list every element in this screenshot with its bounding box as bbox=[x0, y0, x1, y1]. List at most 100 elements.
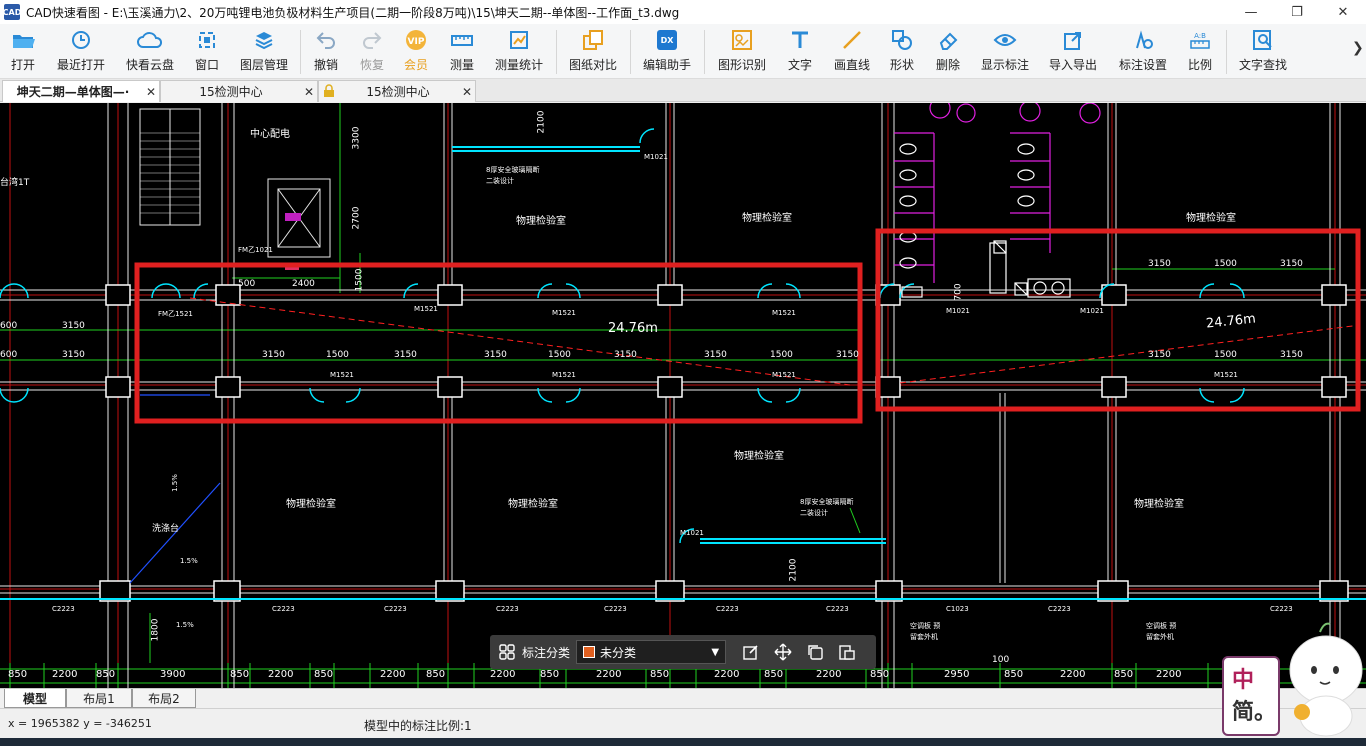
import-export-label: 导入导出 bbox=[1048, 58, 1097, 72]
line-button[interactable]: 画直线 bbox=[832, 28, 872, 76]
maximize-button[interactable]: ❐ bbox=[1274, 0, 1320, 24]
annotation-category-select[interactable]: 未分类 ▼ bbox=[576, 640, 727, 664]
tab-inspection-center-1[interactable]: 15检测中心 ✕ bbox=[160, 80, 318, 102]
folder-open-icon bbox=[10, 28, 36, 52]
dimension-text: 3150 bbox=[62, 350, 85, 360]
dimension-text: 850 bbox=[1114, 669, 1134, 680]
dimension-text: 850 bbox=[650, 669, 670, 680]
edit-annotation-icon[interactable] bbox=[738, 639, 764, 665]
vip-button[interactable]: VIP 会员 bbox=[402, 28, 430, 76]
room-label: 物理检验室 bbox=[1186, 213, 1236, 224]
toolbar-divider bbox=[1226, 30, 1227, 74]
chevron-down-icon: ▼ bbox=[711, 646, 720, 658]
close-tab-icon[interactable]: ✕ bbox=[143, 85, 159, 99]
svg-text:VIP: VIP bbox=[408, 37, 425, 47]
os-taskbar bbox=[0, 738, 1366, 746]
open-label: 打开 bbox=[10, 58, 35, 72]
door-tag: M1021 bbox=[644, 153, 668, 161]
redo-button[interactable]: 恢复 bbox=[358, 28, 386, 76]
dimension-text: 1500 bbox=[1214, 350, 1237, 360]
compare-icon bbox=[580, 28, 606, 52]
import-export-button[interactable]: 导入导出 bbox=[1048, 28, 1098, 76]
close-tab-icon[interactable]: ✕ bbox=[301, 85, 317, 99]
cloud-label: 快看云盘 bbox=[125, 58, 174, 72]
measure-stats-button[interactable]: 测量统计 bbox=[494, 28, 544, 76]
dimension-text: 3150 bbox=[62, 321, 85, 331]
shapes-button[interactable]: 形状 bbox=[888, 28, 916, 76]
layers-icon bbox=[251, 28, 277, 52]
main-toolbar: 打开 最近打开 快看云盘 窗口 图层管理 撤销 恢复 VIP 会员 测量 测量统… bbox=[0, 24, 1366, 79]
dimension-text: 2400 bbox=[292, 279, 315, 289]
window-button[interactable]: 窗口 bbox=[194, 28, 220, 76]
move-icon[interactable] bbox=[770, 639, 796, 665]
layers-button[interactable]: 图层管理 bbox=[238, 28, 290, 76]
recent-button[interactable]: 最近打开 bbox=[56, 28, 106, 76]
annotation-category-bar: 标注分类 未分类 ▼ bbox=[490, 635, 876, 669]
side-note: 台湾1T bbox=[0, 178, 30, 188]
cloud-button[interactable]: 快看云盘 bbox=[124, 28, 176, 76]
text-button[interactable]: 文字 bbox=[786, 28, 814, 76]
annotation-settings-button[interactable]: 标注设置 bbox=[1118, 28, 1168, 76]
tab-layout1[interactable]: 布局1 bbox=[66, 689, 132, 708]
eye-icon bbox=[992, 28, 1018, 52]
dimension-text: 3150 bbox=[484, 350, 507, 360]
copy-icon[interactable] bbox=[802, 639, 828, 665]
shape-recognize-button[interactable]: 图形识别 bbox=[716, 28, 768, 76]
drawing-canvas[interactable]: 中心配电 物理检验室 物理检验室 物理检验室 物理检验室 物理检验室 物理检验室… bbox=[0, 103, 1366, 688]
dimension-text: 700 bbox=[953, 283, 964, 301]
door-tag: M1521 bbox=[1214, 371, 1238, 379]
tab-layout2[interactable]: 布局2 bbox=[132, 689, 196, 708]
edit-assistant-label: 编辑助手 bbox=[642, 58, 691, 72]
delete-button[interactable]: 删除 bbox=[934, 28, 962, 76]
door-tag: FM乙1521 bbox=[158, 310, 193, 318]
tab-inspection-center-2[interactable]: 15检测中心 ✕ bbox=[318, 80, 476, 102]
annotation-scale-status: 模型中的标注比例:1 bbox=[364, 719, 472, 733]
measure-label: 测量 bbox=[449, 58, 474, 72]
dimension-text: 3150 bbox=[614, 350, 637, 360]
paste-icon[interactable] bbox=[834, 639, 860, 665]
scale-label: 比例 bbox=[1187, 58, 1212, 72]
scale-icon: A:B bbox=[1187, 28, 1213, 52]
close-tab-icon[interactable]: ✕ bbox=[459, 85, 475, 99]
toolbar-divider bbox=[704, 30, 705, 74]
slope-note: 1.5% bbox=[180, 557, 198, 565]
dimension-text: 2100 bbox=[788, 558, 799, 582]
annotation-settings-icon bbox=[1130, 28, 1156, 52]
minimize-button[interactable]: — bbox=[1228, 0, 1274, 24]
ruler-icon bbox=[449, 28, 475, 52]
door-tag: M1521 bbox=[772, 371, 796, 379]
dimension-text: 3150 bbox=[1148, 259, 1171, 269]
scale-button[interactable]: A:B 比例 bbox=[1186, 28, 1214, 76]
partition-note: 8厚安全玻璃隔断 二装设计 bbox=[800, 498, 854, 517]
ime-widget[interactable]: 中 简。 bbox=[1222, 656, 1280, 736]
text-search-button[interactable]: 文字查找 bbox=[1238, 28, 1288, 76]
measure-button[interactable]: 测量 bbox=[448, 28, 476, 76]
room-label: 物理检验室 bbox=[1134, 499, 1184, 510]
redo-label: 恢复 bbox=[359, 58, 384, 72]
door-tag: FM乙1021 bbox=[238, 246, 273, 254]
open-button[interactable]: 打开 bbox=[8, 28, 38, 76]
undo-button[interactable]: 撤销 bbox=[312, 28, 340, 76]
tab-model[interactable]: 模型 bbox=[4, 689, 66, 708]
dimension-text: 850 bbox=[1004, 669, 1024, 680]
grid-icon[interactable] bbox=[494, 639, 520, 665]
edit-assistant-icon: DX bbox=[654, 28, 680, 52]
dimension-text: 3150 bbox=[1280, 350, 1303, 360]
tab-kuntian-drawing[interactable]: 坤天二期—单体图—· ✕ bbox=[2, 80, 160, 102]
toolbar-more-button[interactable]: ❯ bbox=[1352, 40, 1364, 56]
text-label: 文字 bbox=[787, 58, 812, 72]
toolbar-divider bbox=[300, 30, 301, 74]
show-annotations-button[interactable]: 显示标注 bbox=[980, 28, 1030, 76]
window-tag: C2223 bbox=[272, 605, 295, 613]
vip-icon: VIP bbox=[403, 28, 429, 52]
close-window-button[interactable]: ✕ bbox=[1320, 0, 1366, 24]
lock-icon bbox=[323, 83, 337, 100]
compare-button[interactable]: 图纸对比 bbox=[568, 28, 618, 76]
mascot-icon bbox=[1289, 622, 1363, 737]
history-icon bbox=[68, 28, 94, 52]
dimension-text: 3150 bbox=[1280, 259, 1303, 269]
edit-assistant-button[interactable]: DX 编辑助手 bbox=[642, 28, 692, 76]
redo-icon bbox=[359, 28, 385, 52]
dimension-text: 2200 bbox=[52, 669, 78, 680]
partition-note: 8厚安全玻璃隔断 二装设计 bbox=[486, 166, 540, 185]
